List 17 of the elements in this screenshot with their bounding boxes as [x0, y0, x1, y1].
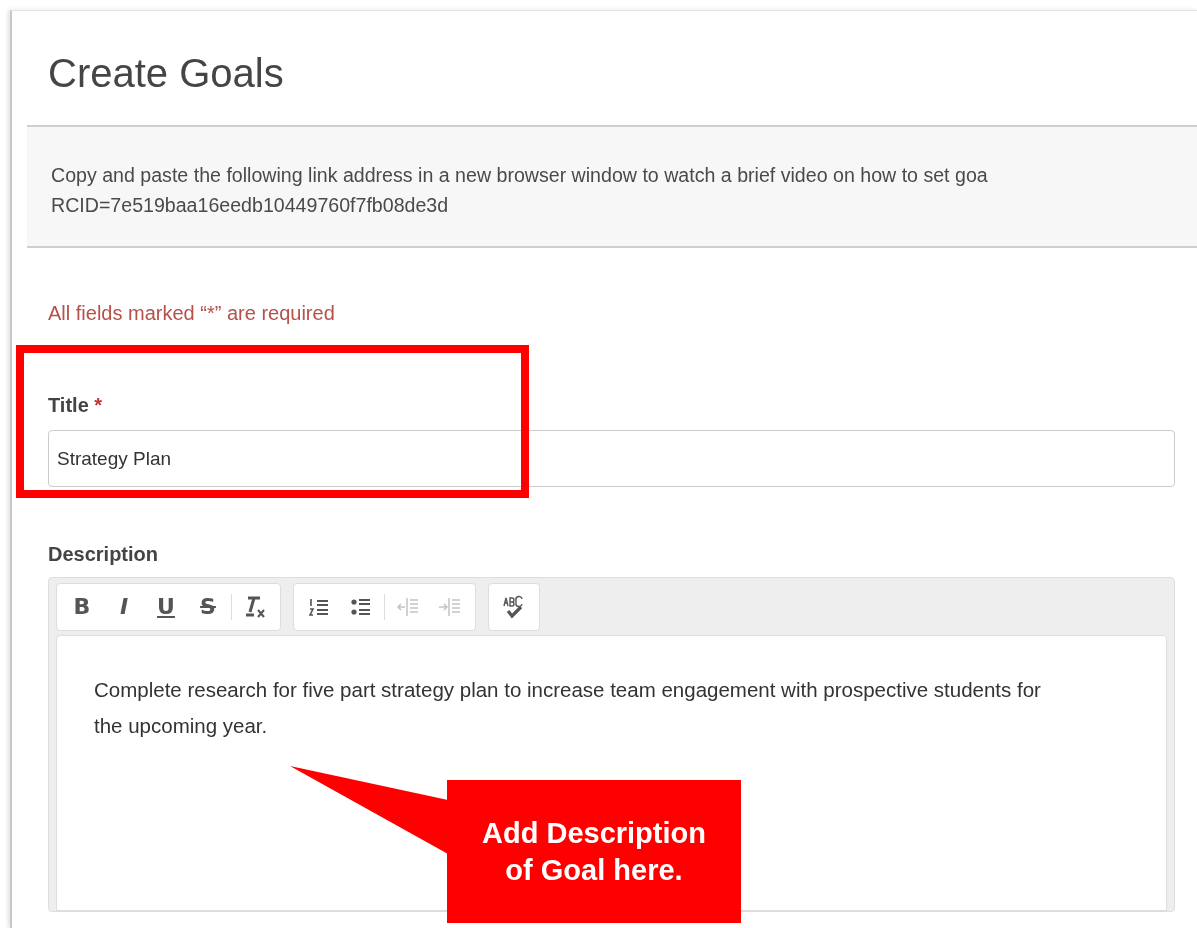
outdent-icon	[396, 595, 420, 619]
page-title: Create Goals	[48, 50, 284, 97]
title-input-field[interactable]: Strategy Plan	[48, 430, 1175, 487]
spellcheck-icon	[502, 595, 526, 619]
clear-format-icon	[243, 595, 267, 619]
info-text-line: RCID=7e519baa16eedb10449760f7fb08de3d	[51, 193, 449, 218]
callout-text: of Goal here.	[504, 852, 684, 888]
bold-button[interactable]: B	[63, 588, 101, 626]
strikethrough-button[interactable]: S	[189, 588, 227, 626]
description-label: Description	[48, 542, 159, 567]
italic-button[interactable]: I	[105, 588, 143, 626]
required-note: All fields marked “*” are required	[48, 301, 335, 326]
title-label: Title *	[48, 393, 103, 418]
indent-icon	[438, 595, 462, 619]
callout-text: Add Description	[481, 815, 707, 851]
info-text-line: Copy and paste the following link address in a new browser window to watch a brief video on how to set goa	[51, 163, 988, 188]
underline-button[interactable]: U	[147, 588, 185, 626]
